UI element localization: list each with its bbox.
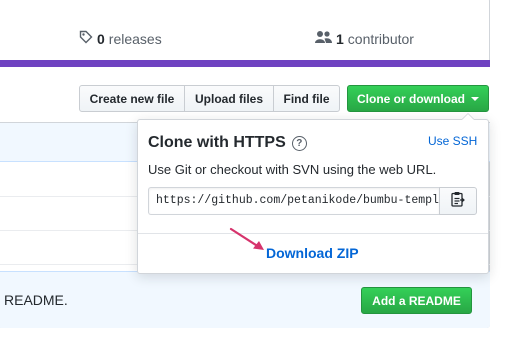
clone-url-input[interactable]: https://github.com/petanikode/bumbu-temp… bbox=[148, 187, 439, 215]
upload-files-button[interactable]: Upload files bbox=[184, 85, 274, 112]
readme-prompt-text: README. bbox=[4, 292, 68, 308]
repo-summary bbox=[0, 0, 490, 67]
caret-down-icon bbox=[471, 96, 479, 101]
find-file-button[interactable]: Find file bbox=[273, 85, 340, 112]
clipboard-icon bbox=[451, 191, 465, 212]
annotation-arrow-icon bbox=[229, 227, 264, 250]
create-new-file-button[interactable]: Create new file bbox=[79, 85, 185, 112]
people-icon bbox=[315, 30, 332, 47]
dropdown-divider bbox=[138, 233, 488, 234]
releases-count: 0 bbox=[97, 30, 105, 47]
help-icon[interactable]: ? bbox=[291, 135, 307, 151]
clone-or-download-button[interactable]: Clone or download bbox=[347, 85, 489, 112]
clone-title-text: Clone with HTTPS bbox=[148, 134, 286, 151]
contributors-count: 1 bbox=[336, 30, 344, 47]
copy-url-button[interactable] bbox=[439, 187, 477, 215]
clone-description: Use Git or checkout with SVN using the w… bbox=[148, 162, 437, 177]
dropdown-pointer-fill bbox=[462, 114, 474, 120]
releases-label: releases bbox=[108, 30, 162, 47]
contributors-label: contributor bbox=[347, 30, 414, 47]
releases-link[interactable]: 0 releases bbox=[79, 30, 162, 47]
use-ssh-link[interactable]: Use SSH bbox=[428, 134, 477, 148]
contributors-link[interactable]: 1 contributor bbox=[315, 30, 414, 47]
download-zip-link[interactable]: Download ZIP bbox=[266, 245, 359, 261]
clone-or-download-label: Clone or download bbox=[357, 91, 465, 106]
clone-title: Clone with HTTPS ? bbox=[148, 134, 307, 152]
tag-icon bbox=[79, 30, 93, 47]
language-bar bbox=[0, 60, 490, 67]
add-readme-button[interactable]: Add a README bbox=[361, 287, 472, 314]
